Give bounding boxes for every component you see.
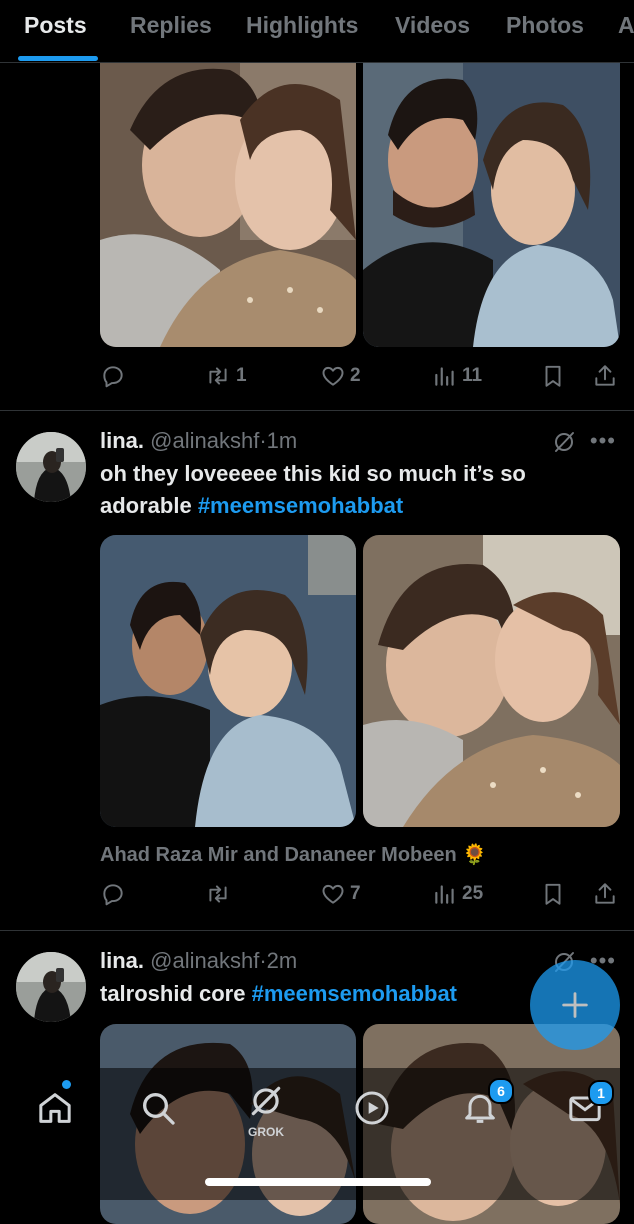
tab-replies[interactable]: Replies [130, 12, 212, 39]
reply-icon [103, 366, 123, 388]
avatar[interactable] [16, 432, 86, 502]
home-unread-dot [62, 1080, 71, 1089]
like-button[interactable]: 7 [320, 876, 361, 912]
video-play-icon[interactable] [352, 1088, 392, 1128]
post-actions: 7 25 [100, 876, 620, 912]
post-timestamp[interactable]: 2m [267, 948, 298, 973]
grok-label: GROK [248, 1125, 284, 1139]
post-photo[interactable] [363, 40, 620, 347]
tab-highlights[interactable]: Highlights [246, 12, 358, 39]
messages-badge: 1 [588, 1080, 614, 1106]
home-indicator [205, 1178, 431, 1186]
reply-button[interactable] [100, 876, 130, 912]
post-divider [0, 410, 634, 411]
hashtag-link[interactable]: #meemsemohabbat [198, 493, 403, 518]
post-photo[interactable] [363, 535, 620, 827]
separator-dot: · [259, 428, 267, 453]
separator-dot: · [259, 948, 267, 973]
more-options-icon[interactable]: ••• [590, 428, 616, 454]
heart-icon [322, 366, 344, 386]
reply-icon [103, 884, 123, 906]
bookmark-button[interactable] [540, 876, 566, 912]
views-button[interactable]: 11 [432, 358, 482, 394]
active-tab-indicator [18, 56, 98, 61]
reply-button[interactable] [100, 358, 130, 394]
grok-icon[interactable] [552, 430, 576, 454]
bookmark-button[interactable] [540, 358, 566, 394]
display-name[interactable]: lina. [100, 948, 144, 973]
search-icon[interactable] [138, 1088, 178, 1128]
views-icon [435, 367, 454, 386]
compose-button[interactable] [530, 960, 620, 1050]
like-button[interactable]: 2 [320, 358, 361, 394]
notifications-badge: 6 [488, 1078, 514, 1104]
avatar[interactable] [16, 952, 86, 1022]
display-name[interactable]: lina. [100, 428, 144, 453]
tab-posts[interactable]: Posts [24, 12, 87, 39]
media-tags[interactable]: Ahad Raza Mir and Dananeer Mobeen 🌻 [100, 842, 487, 867]
share-icon [595, 883, 615, 904]
grok-icon [251, 1086, 281, 1116]
views-icon [435, 885, 454, 904]
views-button[interactable]: 25 [432, 876, 483, 912]
share-button[interactable] [592, 876, 618, 912]
tab-videos[interactable]: Videos [395, 12, 470, 39]
tab-photos[interactable]: Photos [506, 12, 584, 39]
post-timestamp[interactable]: 1m [267, 428, 298, 453]
profile-tabs: Posts Replies Highlights Videos Photos A [0, 0, 634, 63]
post-actions: 1 2 11 [100, 358, 620, 394]
hashtag-link[interactable]: #meemsemohabbat [252, 981, 457, 1006]
home-icon[interactable] [35, 1088, 75, 1128]
tab-articles[interactable]: A [618, 12, 634, 39]
repost-button[interactable] [204, 876, 236, 912]
post-text: talroshid core #meemsemohabbat [100, 981, 458, 1006]
plus-icon [562, 992, 588, 1018]
post-photo[interactable] [100, 40, 356, 347]
heart-icon [322, 884, 344, 904]
repost-button[interactable]: 1 [204, 358, 247, 394]
post-divider [0, 930, 634, 931]
share-button[interactable] [592, 358, 618, 394]
post-photo[interactable] [100, 535, 356, 827]
post-header: lina. @alinakshf·2m [100, 948, 297, 974]
post-text: oh they loveeeee this kid so much it’s s… [100, 461, 526, 518]
bookmark-icon [545, 365, 561, 387]
repost-icon [209, 367, 227, 385]
post-header: lina. @alinakshf·1m [100, 428, 297, 454]
bookmark-icon [545, 883, 561, 905]
user-handle[interactable]: @alinakshf [150, 948, 259, 973]
sunflower-emoji: 🌻 [462, 844, 488, 866]
nav-grok[interactable]: GROK [238, 1082, 294, 1144]
share-icon [595, 365, 615, 386]
user-handle[interactable]: @alinakshf [150, 428, 259, 453]
repost-icon [209, 885, 227, 903]
